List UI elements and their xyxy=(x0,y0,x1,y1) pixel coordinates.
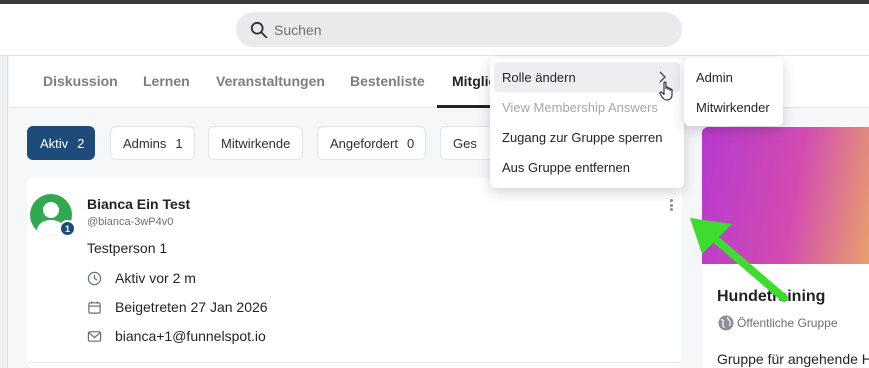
member-joined: Beigetreten 27 Jan 2026 xyxy=(115,299,268,315)
menu-item-label: View Membership Answers xyxy=(502,99,658,115)
role-submenu: Admin Mitwirkender xyxy=(684,58,783,126)
globe-icon xyxy=(718,315,734,331)
app-header: Suchen xyxy=(0,4,869,56)
menu-item-block-access[interactable]: Zugang zur Gruppe sperren xyxy=(494,122,680,152)
filter-admins[interactable]: Admins 1 xyxy=(110,126,195,160)
hand-cursor-icon xyxy=(659,81,673,101)
mail-icon xyxy=(87,330,102,342)
group-type-label: Öffentliche Gruppe xyxy=(737,316,838,330)
filter-requested[interactable]: Angefordert 0 xyxy=(317,126,426,160)
filter-count: 1 xyxy=(175,135,183,151)
dot xyxy=(669,199,673,202)
filter-label: Admins xyxy=(123,135,167,151)
menu-item-label: Zugang zur Gruppe sperren xyxy=(502,129,663,145)
tab-learn[interactable]: Lernen xyxy=(143,73,190,89)
member-joined-row: Beigetreten 27 Jan 2026 xyxy=(87,299,268,315)
clock-icon xyxy=(87,271,102,285)
divider xyxy=(29,362,681,363)
filter-label: Mitwirkende xyxy=(221,135,291,151)
search-placeholder[interactable]: Suchen xyxy=(274,22,321,38)
group-description: Gruppe für angehende H xyxy=(717,351,869,367)
menu-item-view-answers[interactable]: View Membership Answers xyxy=(494,92,680,122)
left-rail xyxy=(0,56,8,368)
filter-label: Aktiv xyxy=(40,135,69,151)
level-badge: 1 xyxy=(59,220,76,237)
filter-count: 2 xyxy=(77,135,85,151)
member-handle: @bianca-3wP4v0 xyxy=(87,216,174,228)
member-actions-menu: Rolle ändern View Membership Answers Zug… xyxy=(490,58,684,188)
submenu-item-contributor[interactable]: Mitwirkender xyxy=(684,92,783,122)
menu-item-change-role[interactable]: Rolle ändern xyxy=(494,62,680,92)
tab-discussion[interactable]: Diskussion xyxy=(43,73,118,89)
member-active-row: Aktiv vor 2 m xyxy=(87,270,196,286)
tab-events[interactable]: Veranstaltungen xyxy=(216,73,325,89)
menu-item-label: Aus Gruppe entfernen xyxy=(502,159,630,175)
member-active: Aktiv vor 2 m xyxy=(115,270,196,286)
menu-item-remove-from-group[interactable]: Aus Gruppe entfernen xyxy=(494,152,680,182)
filter-label: Ges xyxy=(453,135,477,151)
dot xyxy=(669,208,673,211)
submenu-item-admin[interactable]: Admin xyxy=(684,62,783,92)
dot xyxy=(669,203,673,207)
group-privacy: Öffentliche Gruppe xyxy=(717,314,838,332)
annotation-arrow-icon xyxy=(690,218,788,302)
more-options-button[interactable] xyxy=(665,197,677,213)
member-email[interactable]: bianca+1@funnelspot.io xyxy=(115,328,266,344)
member-email-row: bianca+1@funnelspot.io xyxy=(87,328,266,344)
search-bar[interactable]: Suchen xyxy=(236,12,682,47)
member-name[interactable]: Bianca Ein Test xyxy=(87,196,190,212)
calendar-icon xyxy=(88,300,101,314)
menu-item-label: Rolle ändern xyxy=(502,69,576,85)
member-card: 1 Bianca Ein Test @bianca-3wP4v0 Testper… xyxy=(27,178,682,368)
filter-count: 0 xyxy=(406,135,415,151)
search-icon xyxy=(250,21,268,38)
member-bio: Testperson 1 xyxy=(87,240,168,256)
filter-label: Angefordert xyxy=(330,135,398,151)
tab-leaderboard[interactable]: Bestenliste xyxy=(350,73,425,89)
filter-active[interactable]: Aktiv 2 xyxy=(27,126,95,160)
filter-contributors[interactable]: Mitwirkende xyxy=(208,126,303,160)
